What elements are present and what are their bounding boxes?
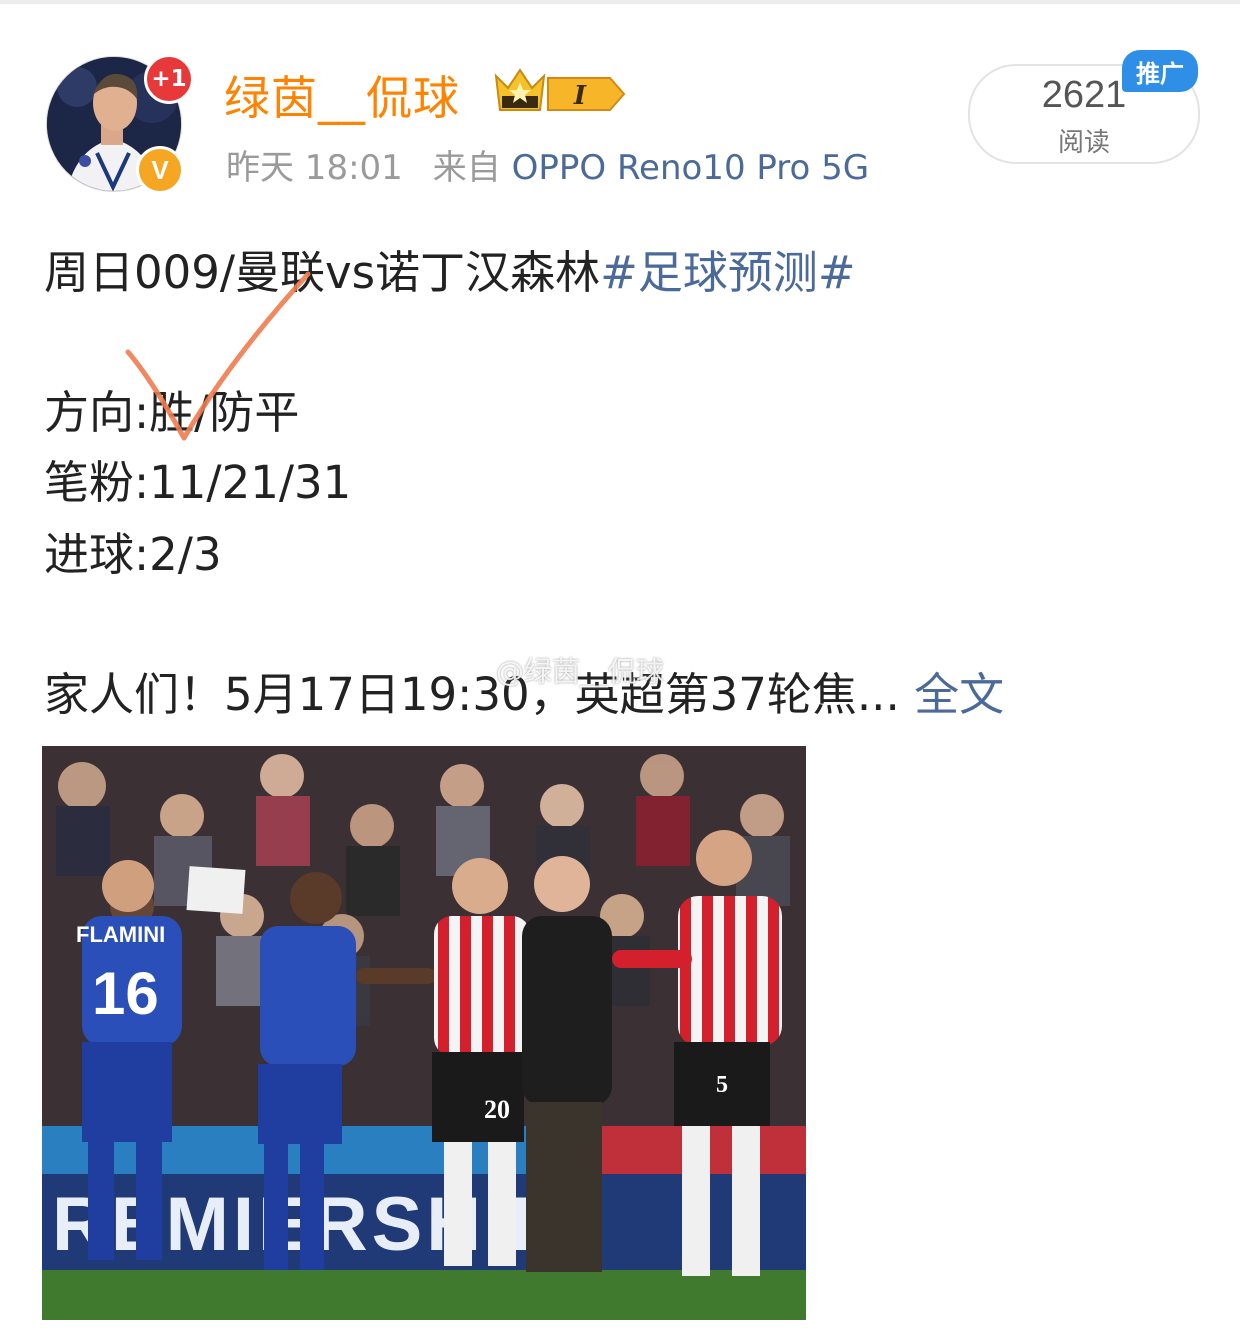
member-level-text: I	[573, 81, 587, 111]
source-prefix: 来自	[432, 148, 501, 188]
player-number-5: 5	[716, 1072, 728, 1098]
device-link[interactable]: OPPO Reno10 Pro 5G	[512, 148, 870, 188]
post-timestamp: 昨天 18:01	[226, 148, 403, 188]
player-number-20: 20	[484, 1095, 510, 1124]
member-crown-icon[interactable]: I	[492, 66, 628, 118]
player-name-flamini: FLAMINI	[76, 922, 165, 947]
football-photo: REMIERSHIP FLAMINI 16 20 5	[42, 746, 806, 1320]
promo-badge: 推广	[1122, 50, 1198, 92]
post-meta: 昨天 18:01 来自 OPPO Reno10 Pro 5G	[226, 140, 869, 189]
notification-badge: +1	[144, 54, 194, 104]
verified-badge-icon: V	[136, 146, 184, 194]
username[interactable]: 绿茵__侃球	[224, 62, 460, 128]
post-line-goals: 进球:2/3	[44, 528, 222, 581]
teaser-text: 家人们！5月17日19:30，英超第37轮焦...	[44, 668, 900, 721]
hashtag-link[interactable]: #足球预测#	[600, 246, 855, 299]
top-divider	[0, 0, 1240, 4]
post-photo[interactable]: REMIERSHIP FLAMINI 16 20 5	[42, 746, 806, 1320]
watermark: @绿茵__侃球	[496, 655, 665, 688]
full-text-link[interactable]: 全文	[914, 668, 1004, 721]
check-mark-icon	[125, 271, 311, 441]
read-label: 阅读	[1057, 128, 1110, 158]
player-number-16: 16	[92, 960, 159, 1027]
